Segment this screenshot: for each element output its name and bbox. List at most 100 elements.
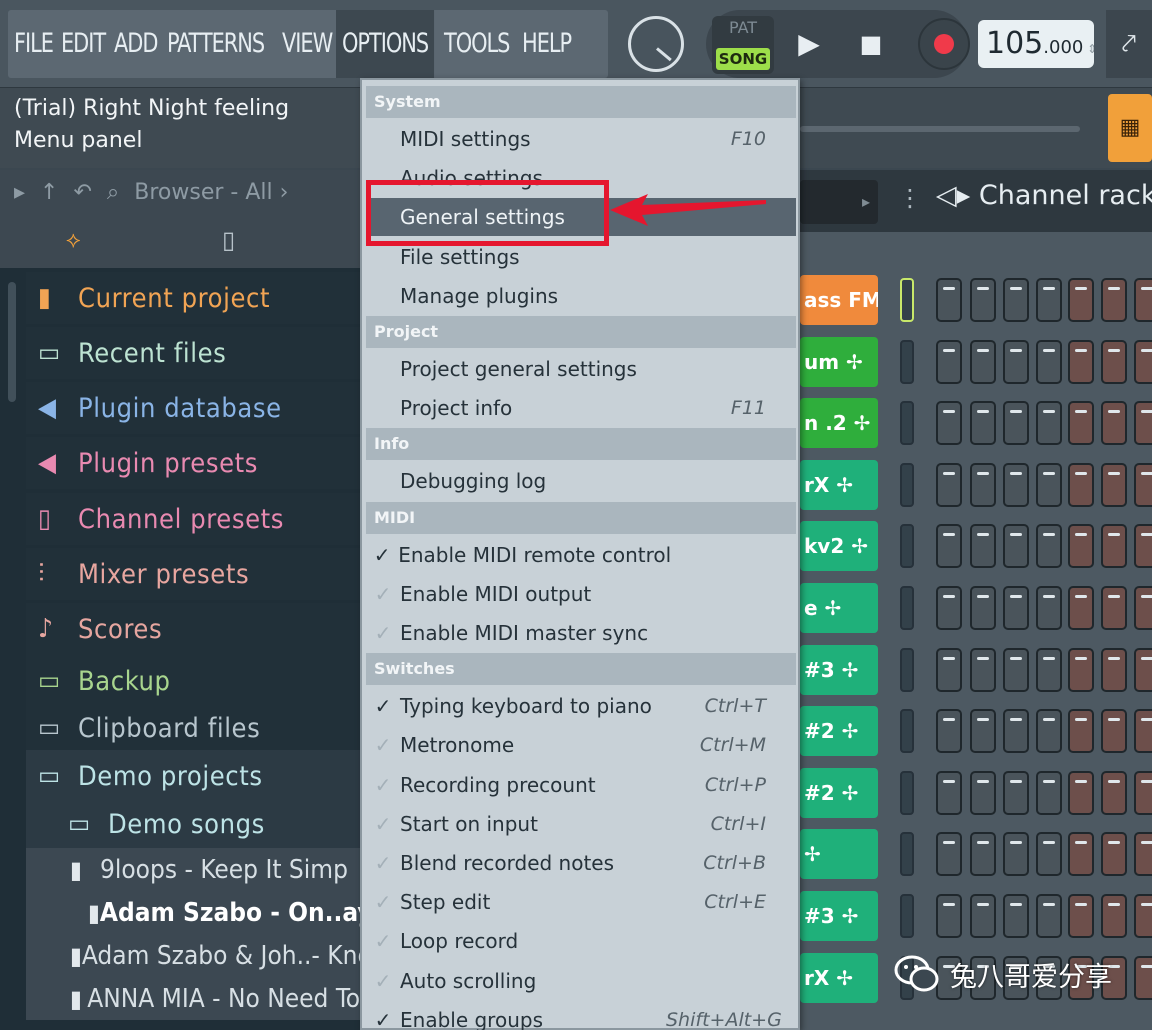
step-button[interactable] bbox=[1036, 586, 1062, 630]
step-button[interactable] bbox=[970, 278, 996, 322]
step-button[interactable] bbox=[1036, 401, 1062, 446]
master-volume-knob[interactable] bbox=[628, 16, 684, 72]
browser-scrollbar[interactable] bbox=[8, 282, 16, 402]
pat-song-toggle[interactable]: PAT SONG bbox=[712, 16, 774, 74]
step-button[interactable] bbox=[1068, 339, 1094, 384]
step-button[interactable] bbox=[1036, 647, 1062, 692]
step-button[interactable] bbox=[1068, 462, 1094, 507]
channel-button[interactable]: #3 ✢ bbox=[800, 891, 878, 941]
step-button[interactable] bbox=[970, 401, 996, 446]
browser-folder-recent-files[interactable]: ▭ Recent files bbox=[26, 327, 360, 379]
channel-select-led[interactable] bbox=[900, 278, 914, 322]
step-button[interactable] bbox=[970, 524, 996, 569]
step-button[interactable] bbox=[1101, 894, 1127, 938]
step-button[interactable] bbox=[1068, 894, 1094, 938]
menu-item-debugging-log[interactable]: Debugging log bbox=[366, 462, 796, 500]
menu-item-loop-record[interactable]: ✓ Loop record bbox=[366, 922, 796, 960]
pattern-selector[interactable]: ▸ bbox=[800, 180, 878, 224]
step-button[interactable] bbox=[1068, 524, 1094, 569]
step-button[interactable] bbox=[1134, 278, 1152, 322]
browser-folder-mixer-presets[interactable]: ⫶ Mixer presets bbox=[26, 548, 360, 600]
channel-button[interactable]: rX ✢ bbox=[800, 952, 878, 1003]
step-button[interactable] bbox=[936, 647, 962, 692]
browser-folder-plugin-database[interactable]: ◀ Plugin database bbox=[26, 382, 360, 434]
browser-file[interactable]: ▮ Adam Szabo & Joh..- Knc bbox=[26, 934, 360, 977]
step-button[interactable] bbox=[1134, 462, 1152, 507]
channel-select-led[interactable] bbox=[900, 647, 914, 692]
step-button[interactable] bbox=[936, 586, 962, 630]
step-button[interactable] bbox=[1134, 709, 1152, 754]
channel-select-led[interactable] bbox=[900, 462, 914, 507]
step-button[interactable] bbox=[1134, 586, 1152, 630]
step-button[interactable] bbox=[1101, 278, 1127, 322]
menu-item-enable-groups[interactable]: ✓ Enable groups Shift+Alt+G bbox=[366, 1001, 796, 1030]
channel-select-led[interactable] bbox=[900, 586, 914, 630]
tempo-field[interactable]: 105.000 ⇕ bbox=[978, 20, 1094, 68]
step-button[interactable] bbox=[936, 462, 962, 507]
channel-button[interactable]: um ✢ bbox=[800, 336, 878, 387]
channel-button[interactable]: #3 ✢ bbox=[800, 644, 878, 695]
step-button[interactable] bbox=[1003, 278, 1029, 322]
menu-item-step-edit[interactable]: ✓ Step edit Ctrl+E bbox=[366, 883, 796, 921]
step-button[interactable] bbox=[1003, 832, 1029, 877]
channel-select-led[interactable] bbox=[900, 770, 914, 815]
step-button[interactable] bbox=[1134, 524, 1152, 569]
pitch-tool-button[interactable]: ⤤ bbox=[1106, 10, 1152, 78]
step-button[interactable] bbox=[936, 709, 962, 754]
browser-folder-channel-presets[interactable]: ▯ Channel presets bbox=[26, 493, 360, 545]
step-button[interactable] bbox=[1101, 647, 1127, 692]
menu-item-blend-recorded-notes[interactable]: ✓ Blend recorded notes Ctrl+B bbox=[366, 844, 796, 882]
menu-edit[interactable]: EDIT bbox=[55, 10, 111, 78]
menu-item-start-on-input[interactable]: ✓ Start on input Ctrl+I bbox=[366, 805, 796, 843]
menu-item-recording-precount[interactable]: ✓ Recording precount Ctrl+P bbox=[366, 766, 796, 804]
step-button[interactable] bbox=[1101, 586, 1127, 630]
menu-item-project-general-settings[interactable]: Project general settings bbox=[366, 350, 796, 388]
step-button[interactable] bbox=[970, 339, 996, 384]
search-icon[interactable]: ⌕ bbox=[107, 180, 119, 205]
menu-item-enable-midi-output[interactable]: ✓ Enable MIDI output bbox=[366, 575, 796, 613]
menu-item-manage-plugins[interactable]: Manage plugins bbox=[366, 277, 796, 315]
menu-item-metronome[interactable]: ✓ Metronome Ctrl+M bbox=[366, 726, 796, 764]
step-button[interactable] bbox=[1134, 647, 1152, 692]
step-button[interactable] bbox=[1068, 709, 1094, 754]
browser-folder-demo-songs[interactable]: ▭ Demo songs bbox=[26, 798, 360, 850]
step-button[interactable] bbox=[1003, 524, 1029, 569]
step-button[interactable] bbox=[1003, 586, 1029, 630]
menu-add[interactable]: ADD bbox=[108, 10, 163, 78]
step-button[interactable] bbox=[1036, 832, 1062, 877]
step-button[interactable] bbox=[1036, 709, 1062, 754]
step-button[interactable] bbox=[936, 401, 962, 446]
hint-slider[interactable] bbox=[800, 126, 1080, 132]
step-button[interactable] bbox=[1134, 770, 1152, 815]
channel-select-led[interactable] bbox=[900, 339, 914, 384]
step-button[interactable] bbox=[1068, 832, 1094, 877]
menu-patterns[interactable]: PATTERNS bbox=[161, 10, 270, 78]
browser-file[interactable]: ▮ 9loops - Keep It Simp bbox=[26, 848, 360, 891]
menu-options[interactable]: OPTIONS bbox=[336, 10, 435, 78]
channel-button[interactable]: ass FM ✢ bbox=[800, 275, 878, 325]
step-button[interactable] bbox=[1068, 770, 1094, 815]
step-button[interactable] bbox=[936, 832, 962, 877]
step-button[interactable] bbox=[970, 770, 996, 815]
browser-folder-clipboard-files[interactable]: ▭ Clipboard files bbox=[26, 702, 360, 754]
channel-select-led[interactable] bbox=[900, 401, 914, 446]
browser-file[interactable]: ▮Adam Szabo - On..ay ( bbox=[26, 891, 360, 934]
step-button[interactable] bbox=[1003, 894, 1029, 938]
channel-button[interactable]: ✢ bbox=[800, 829, 878, 880]
undo-icon[interactable]: ↶ bbox=[73, 180, 91, 205]
browser-folder-plugin-presets[interactable]: ◀ Plugin presets bbox=[26, 437, 360, 489]
step-button[interactable] bbox=[970, 832, 996, 877]
step-button[interactable] bbox=[1003, 709, 1029, 754]
menu-item-enable-midi-master-sync[interactable]: ✓ Enable MIDI master sync bbox=[366, 614, 796, 652]
typing-keyboard-button[interactable]: ▦ bbox=[1108, 94, 1152, 162]
step-button[interactable] bbox=[936, 770, 962, 815]
step-button[interactable] bbox=[970, 462, 996, 507]
step-button[interactable] bbox=[936, 339, 962, 384]
step-button[interactable] bbox=[1068, 586, 1094, 630]
channel-button[interactable]: rX ✢ bbox=[800, 459, 878, 510]
step-button[interactable] bbox=[1134, 894, 1152, 938]
browser-folder-scores[interactable]: ♪ Scores bbox=[26, 603, 360, 655]
channel-button[interactable]: kv2 ✢ bbox=[800, 521, 878, 572]
step-button[interactable] bbox=[1101, 832, 1127, 877]
step-button[interactable] bbox=[1068, 278, 1094, 322]
